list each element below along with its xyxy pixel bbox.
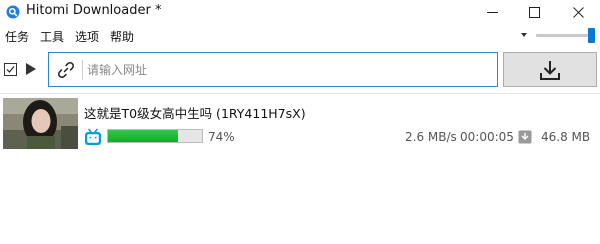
- file-size-icon: [518, 130, 532, 144]
- minimize-icon: [486, 11, 498, 13]
- task-row[interactable]: 这就是T0级女高中生吗 (1RY411H7sX) 74% 2.6 MB/s 00…: [0, 95, 600, 151]
- task-title: 这就是T0级女高中生吗 (1RY411H7sX): [84, 106, 306, 121]
- url-input[interactable]: [87, 59, 487, 81]
- zoom-slider-track[interactable]: [536, 34, 588, 37]
- chevron-down-icon[interactable]: [521, 33, 527, 37]
- title-bar: Hitomi Downloader *: [0, 0, 600, 24]
- progress-percent: 74%: [208, 130, 235, 144]
- list-divider: [0, 93, 600, 94]
- close-icon: [572, 6, 584, 18]
- link-icon[interactable]: [57, 61, 75, 79]
- time-remaining: 00:00:05: [460, 130, 514, 144]
- menu-tasks[interactable]: 任务: [5, 28, 29, 45]
- file-size: 46.8 MB: [541, 130, 591, 144]
- download-button[interactable]: [503, 52, 597, 87]
- checkmark-icon: [6, 66, 15, 73]
- zoom-slider-thumb[interactable]: [588, 28, 595, 43]
- menu-options[interactable]: 选项: [75, 28, 99, 45]
- download-speed: 2.6 MB/s: [405, 130, 457, 144]
- bilibili-icon: [85, 128, 101, 145]
- menu-bar: 任务 工具 选项 帮助: [0, 25, 600, 47]
- download-icon: [540, 60, 560, 80]
- menu-help[interactable]: 帮助: [110, 28, 134, 45]
- minimize-button[interactable]: [470, 0, 514, 24]
- app-logo-icon: [6, 5, 20, 19]
- close-button[interactable]: [556, 0, 600, 24]
- play-icon[interactable]: [26, 63, 36, 75]
- video-thumbnail: [3, 98, 78, 149]
- url-input-box[interactable]: [48, 52, 498, 87]
- window-title: Hitomi Downloader *: [26, 3, 162, 18]
- progress-bar: [107, 129, 203, 143]
- select-all-checkbox[interactable]: [4, 63, 17, 76]
- url-separator: [82, 60, 83, 80]
- progress-bar-fill: [108, 130, 178, 142]
- menu-tools[interactable]: 工具: [40, 28, 64, 45]
- maximize-icon: [528, 6, 540, 18]
- maximize-button[interactable]: [512, 0, 556, 24]
